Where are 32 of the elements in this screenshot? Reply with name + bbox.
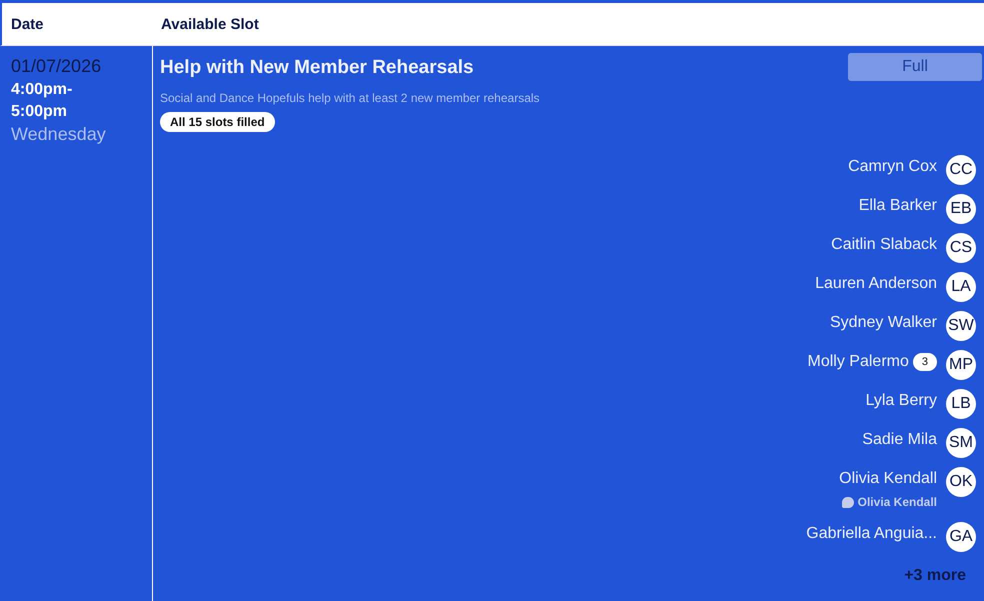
avatar: CS: [946, 232, 976, 262]
member-name: Camryn Cox: [848, 158, 937, 176]
member-name: Caitlin Slaback: [831, 236, 937, 254]
comment-text: Olivia Kendall: [858, 495, 937, 509]
avatar: CC: [946, 154, 976, 184]
member-name: Ella Barker: [858, 196, 937, 214]
comment-icon: [842, 496, 854, 508]
time-text: 4:00pm- 5:00pm: [11, 80, 74, 122]
avatar: GA: [946, 522, 976, 552]
member-name: Lyla Berry: [866, 392, 937, 410]
avatar: SW: [946, 310, 976, 340]
avatar: SM: [946, 428, 976, 458]
date-text: 01/07/2026: [11, 56, 102, 77]
member-name: Gabriella Anguia...: [806, 524, 937, 542]
weekday-text: Wednesday: [11, 124, 107, 145]
member-name: Lauren Anderson: [815, 274, 937, 292]
member-name: Sydney Walker: [830, 314, 937, 332]
avatar: EB: [946, 194, 976, 224]
column-header: Available Slot: [160, 16, 260, 32]
avatar: OK: [946, 466, 976, 496]
member-name: Sadie Mila: [862, 430, 937, 448]
avatar: MP: [946, 350, 976, 380]
member-name: Molly Palermo: [808, 352, 909, 370]
member-name: Olivia Kendall: [839, 470, 937, 488]
avatar: LB: [946, 388, 976, 418]
count-badge: 3: [912, 352, 937, 370]
column-header: Date: [10, 16, 45, 32]
avatar: LA: [946, 272, 976, 302]
slot-description: Social and Dance Hopefuls help with at least 2 new member rehearsals: [160, 91, 540, 105]
status-badge: All 15 slots filled: [160, 112, 275, 132]
slot-title: Help with New Member Rehearsals: [160, 57, 475, 79]
more-link[interactable]: +3 more: [160, 567, 982, 585]
